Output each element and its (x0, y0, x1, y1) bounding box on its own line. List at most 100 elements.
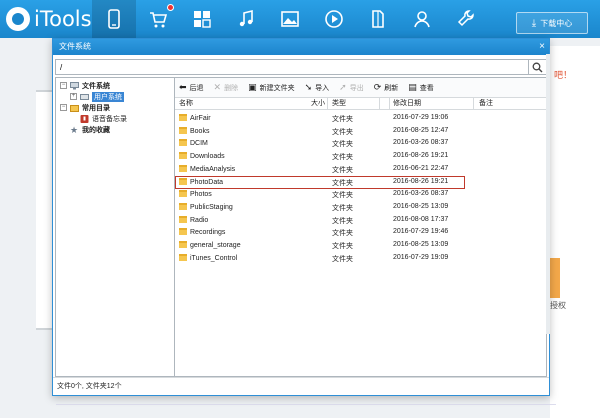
tree-root-label: 文件系统 (82, 82, 110, 90)
file-row[interactable]: Recordings 文件夹 2016-07-29 19:46 (175, 226, 547, 239)
file-name: Recordings (179, 228, 225, 236)
scrollbar[interactable] (546, 54, 550, 334)
view-icon: ▤ (408, 82, 417, 92)
file-modified: 2016-03-26 08:37 (393, 139, 449, 147)
download-center-button[interactable]: ⤓ 下载中心 (516, 12, 588, 34)
close-icon[interactable]: × (539, 39, 545, 55)
store-icon (150, 12, 168, 28)
file-system-dialog: 文件系统 × − 文件系统 + 用户系统 − 常用目录 语音备忘录 (52, 38, 550, 396)
folder-icon (179, 190, 187, 198)
column-header: 名称 大小 类型 修改日期 备注 (175, 98, 547, 110)
new-folder-button[interactable]: ▣ 新建文件夹 (248, 82, 295, 93)
file-row[interactable]: PublicStaging 文件夹 2016-08-25 13:09 (175, 201, 547, 214)
contacts-icon (414, 11, 430, 28)
tree-item-root[interactable]: − 文件系统 (60, 80, 110, 91)
file-type: 文件夹 (332, 128, 353, 136)
file-row[interactable]: Downloads 文件夹 2016-08-26 19:21 (175, 150, 547, 163)
view-button[interactable]: ▤ 查看 (408, 82, 434, 93)
file-type: 文件夹 (332, 179, 353, 187)
nav-apps[interactable] (180, 0, 224, 38)
new-folder-icon: ▣ (248, 82, 257, 92)
file-name: general_storage (179, 241, 241, 249)
export-button[interactable]: ➚ 导出 (339, 82, 364, 93)
back-button[interactable]: ⬅ 后退 (179, 82, 204, 93)
column-note[interactable]: 备注 (479, 99, 493, 110)
search-button[interactable] (528, 59, 546, 75)
folder-icon (179, 253, 187, 261)
apps-icon (194, 11, 211, 28)
file-type: 文件夹 (332, 192, 353, 200)
folder-icon (179, 152, 187, 160)
file-name: Photos (179, 190, 212, 198)
file-name: iTunes_Control (179, 253, 237, 262)
file-modified: 2016-07-29 19:09 (393, 253, 449, 261)
nav-books[interactable] (356, 0, 400, 38)
column-name[interactable]: 名称 (179, 99, 193, 110)
file-row[interactable]: PhotoData 文件夹 2016-08-26 19:21 (175, 175, 547, 189)
file-modified: 2016-07-29 19:06 (393, 114, 449, 121)
logo-icon (6, 7, 30, 31)
file-row[interactable]: Radio 文件夹 2016-08-08 17:37 (175, 214, 547, 227)
file-modified: 2016-03-26 08:37 (393, 190, 449, 198)
folder-icon (179, 114, 187, 121)
file-modified: 2016-07-29 19:46 (393, 228, 449, 236)
nav-photos[interactable] (268, 0, 312, 38)
nav-store[interactable] (136, 0, 180, 38)
folder-icon (179, 241, 187, 248)
file-name: PublicStaging (179, 202, 233, 211)
nav-video[interactable] (312, 0, 356, 38)
computer-icon (70, 81, 79, 89)
file-row[interactable]: Books 文件夹 2016-08-25 12:47 (175, 125, 547, 138)
file-row[interactable]: general_storage 文件夹 2016-08-25 13:09 (175, 239, 547, 252)
file-modified: 2016-08-26 19:21 (393, 177, 449, 185)
tree-item-voice-memos[interactable]: 语音备忘录 (80, 113, 127, 124)
refresh-button[interactable]: ⟳ 刷新 (374, 82, 399, 93)
nav-contacts[interactable] (400, 0, 444, 38)
dialog-titlebar[interactable]: 文件系统 × (53, 39, 549, 55)
folder-icon (179, 215, 187, 223)
file-toolbar: ⬅ 后退 ✕ 删除 ▣ 新建文件夹 ➘ 导入 ➚ 导出 ⟳ 刷新 ▤ 查看 (175, 78, 546, 98)
dialog-title: 文件系统 (59, 42, 91, 51)
file-row[interactable]: MediaAnalysis 文件夹 2016-06-21 22:47 (175, 163, 547, 176)
file-name: Books (179, 126, 209, 135)
tree-item-common-dirs[interactable]: − 常用目录 (60, 102, 110, 113)
background-panel (550, 46, 600, 418)
folder-icon (179, 164, 187, 172)
column-modified[interactable]: 修改日期 (393, 99, 421, 110)
expand-icon[interactable]: + (70, 93, 77, 100)
file-type: 文件夹 (332, 141, 353, 149)
tree-item-user-system[interactable]: + 用户系统 (70, 91, 124, 102)
nav-tools[interactable] (444, 0, 488, 38)
file-name: Radio (179, 215, 208, 224)
file-type: 文件夹 (332, 166, 353, 174)
file-name: Downloads (179, 152, 225, 160)
voice-memo-icon (80, 114, 89, 123)
file-row[interactable]: Photos 文件夹 2016-03-26 08:37 (175, 188, 547, 201)
folder-icon (179, 139, 187, 147)
file-row[interactable]: AirFair 文件夹 2016-07-29 19:06 (175, 112, 547, 125)
file-row[interactable]: iTunes_Control 文件夹 2016-07-29 19:09 (175, 252, 547, 265)
directory-tree: − 文件系统 + 用户系统 − 常用目录 语音备忘录 ★ 我的收藏 (55, 77, 175, 377)
tree-voice-memos-label: 语音备忘录 (92, 115, 127, 123)
file-type: 文件夹 (332, 154, 353, 162)
column-size[interactable]: 大小 (311, 99, 325, 110)
tree-common-dirs-label: 常用目录 (82, 104, 110, 112)
folder-icon (179, 228, 187, 236)
import-button[interactable]: ➘ 导入 (305, 82, 330, 93)
nav-device[interactable] (92, 0, 136, 38)
collapse-icon[interactable]: − (60, 82, 67, 89)
file-row[interactable]: DCIM 文件夹 2016-03-26 08:37 (175, 137, 547, 150)
column-type[interactable]: 类型 (332, 99, 346, 110)
app-logo: iTools (6, 4, 92, 34)
file-type: 文件夹 (332, 204, 353, 212)
nav-music[interactable] (224, 0, 268, 38)
video-icon (325, 10, 343, 28)
phone-icon (108, 9, 120, 29)
tree-item-favorites[interactable]: ★ 我的收藏 (60, 124, 110, 135)
arrow-left-icon: ⬅ (179, 82, 187, 92)
download-icon: ⤓ (531, 17, 537, 29)
delete-button[interactable]: ✕ 删除 (214, 82, 239, 93)
collapse-icon[interactable]: − (60, 104, 67, 111)
background-authorize-text: 授权 (550, 301, 566, 310)
path-input[interactable] (60, 61, 520, 73)
